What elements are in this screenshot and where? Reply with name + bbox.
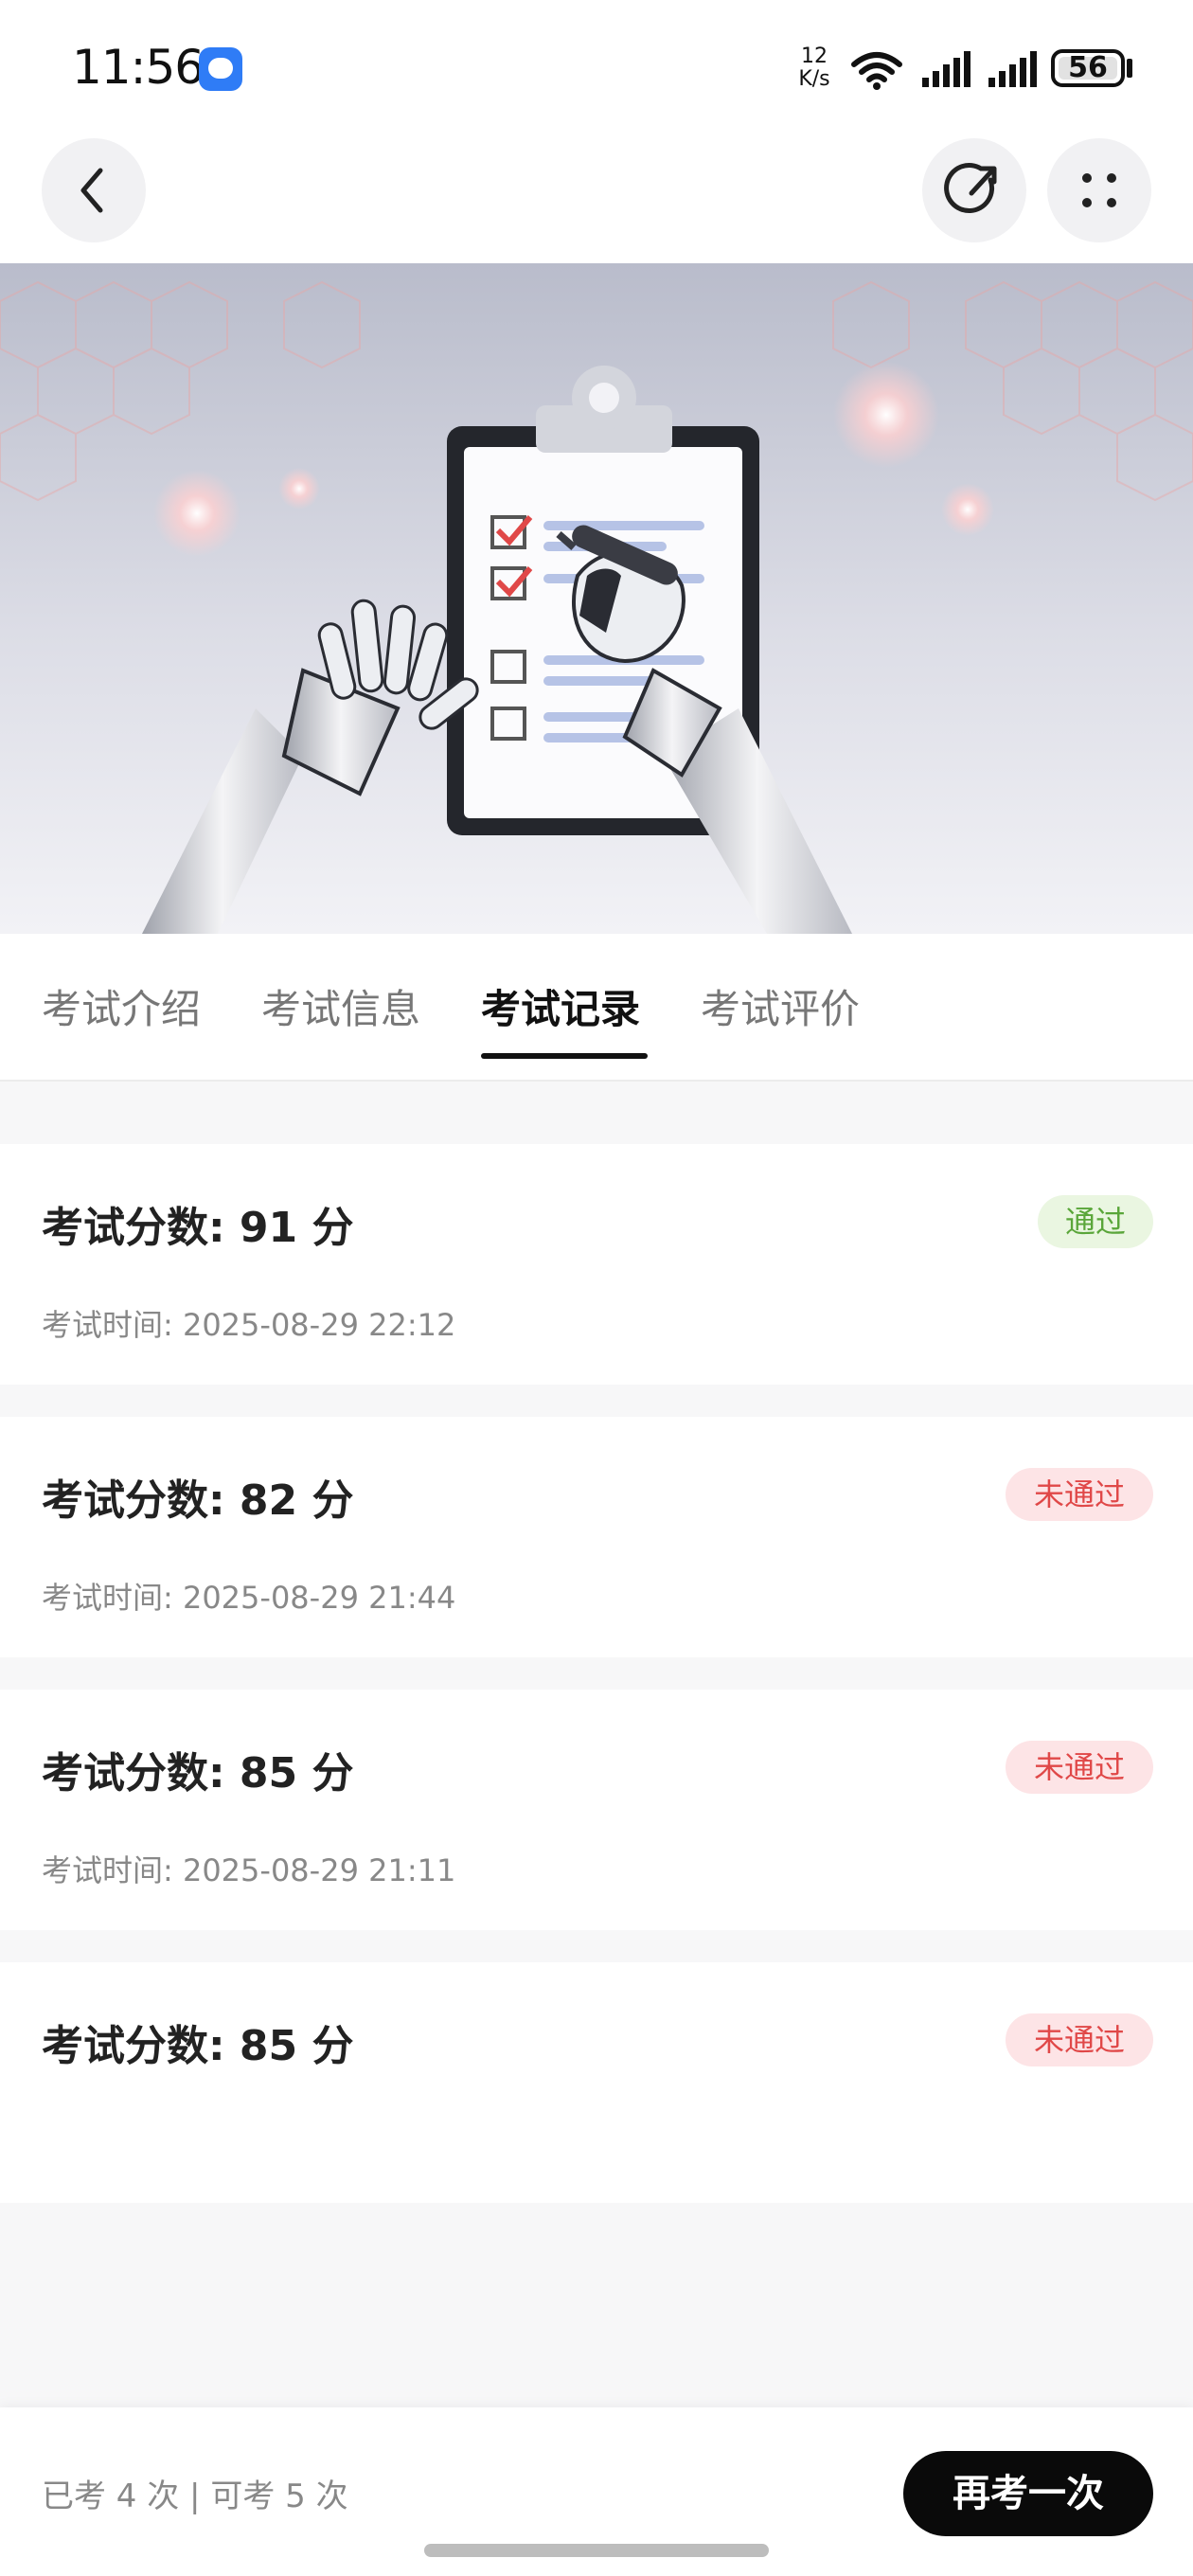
record-card[interactable]: 考试分数: 85 分 未通过 (0, 1962, 1193, 2203)
record-time: 考试时间: 2025-08-29 22:12 (42, 1307, 456, 1343)
retake-exam-button[interactable]: 再考一次 (903, 2451, 1153, 2536)
network-speed: 12 K/s (795, 45, 833, 91)
record-time: 考试时间: 2025-08-29 21:11 (42, 1852, 456, 1888)
status-badge-fail: 未通过 (1006, 1468, 1153, 1521)
tab-bar: 考试介绍 考试信息 考试记录 考试评价 (0, 934, 1193, 1082)
more-dots-icon (1082, 173, 1116, 207)
network-speed-value: 12 (801, 45, 828, 68)
tab-exam-info[interactable]: 考试信息 (261, 977, 420, 1035)
signal-icon-secondary (988, 51, 1037, 87)
more-button[interactable] (1047, 138, 1151, 242)
battery-tip (1127, 59, 1132, 78)
status-badge-fail: 未通过 (1006, 2013, 1153, 2066)
battery-level: 56 (1068, 51, 1108, 84)
wifi-icon (851, 52, 902, 90)
home-indicator[interactable] (424, 2544, 769, 2557)
network-speed-unit: K/s (798, 67, 830, 91)
status-time: 11:56 (72, 40, 205, 95)
share-button[interactable] (922, 138, 1026, 242)
signal-icon (922, 51, 970, 87)
record-score: 考试分数: 82 分 (42, 1476, 354, 1525)
share-icon (944, 163, 997, 213)
record-card[interactable]: 考试分数: 91 分 考试时间: 2025-08-29 22:12 通过 (0, 1144, 1193, 1385)
chevron-left-icon (80, 168, 103, 213)
tab-exam-reviews[interactable]: 考试评价 (701, 977, 860, 1035)
record-score: 考试分数: 85 分 (42, 1749, 354, 1798)
record-score: 考试分数: 91 分 (42, 1204, 354, 1252)
battery-icon: 56 (1051, 49, 1125, 87)
record-time: 考试时间: 2025-08-29 21:44 (42, 1580, 456, 1616)
active-tab-indicator (481, 1053, 648, 1059)
record-card[interactable]: 考试分数: 85 分 考试时间: 2025-08-29 21:11 未通过 (0, 1690, 1193, 1930)
exam-records-list: 考试分数: 91 分 考试时间: 2025-08-29 22:12 通过 考试分… (0, 1082, 1193, 2407)
attempts-count: 已考 4 次 | 可考 5 次 (42, 2478, 348, 2515)
exam-banner-image (0, 263, 1193, 934)
status-badge-fail: 未通过 (1006, 1741, 1153, 1794)
tab-exam-intro[interactable]: 考试介绍 (42, 977, 201, 1035)
status-badge-pass: 通过 (1038, 1195, 1153, 1248)
record-card[interactable]: 考试分数: 82 分 考试时间: 2025-08-29 21:44 未通过 (0, 1417, 1193, 1657)
message-app-icon (199, 47, 242, 91)
back-button[interactable] (42, 138, 146, 242)
tab-exam-records[interactable]: 考试记录 (481, 977, 640, 1035)
status-bar: 11:56 12 K/s 56 (0, 0, 1193, 133)
record-score: 考试分数: 85 分 (42, 2022, 354, 2070)
